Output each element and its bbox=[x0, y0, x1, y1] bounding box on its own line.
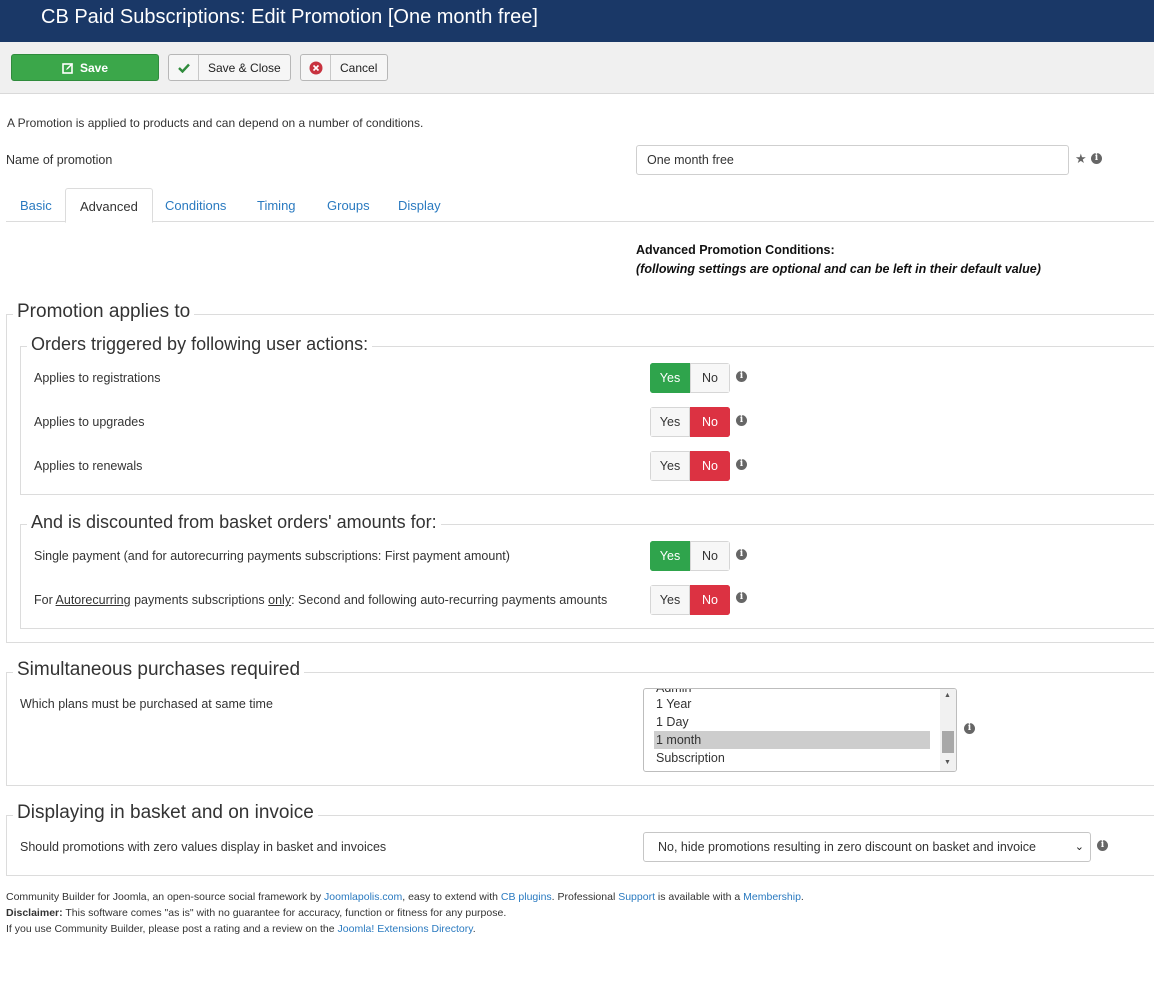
upgrades-label: Applies to upgrades bbox=[34, 415, 145, 429]
info-icon[interactable]: i bbox=[1091, 153, 1102, 164]
info-icon[interactable]: i bbox=[964, 723, 975, 734]
tab-display[interactable]: Display bbox=[384, 188, 455, 222]
save-button[interactable]: Save bbox=[11, 54, 159, 81]
tab-advanced[interactable]: Advanced bbox=[65, 188, 153, 223]
tab-bar: Basic Advanced Conditions Timing Groups … bbox=[6, 188, 1154, 223]
footer-line-2: Disclaimer: This software comes "as is" … bbox=[6, 907, 507, 919]
save-close-label: Save & Close bbox=[208, 60, 281, 75]
toolbar: Save Save & Close Cancel bbox=[0, 42, 1154, 94]
zero-values-label: Should promotions with zero values displ… bbox=[20, 840, 387, 854]
tab-timing[interactable]: Timing bbox=[243, 188, 310, 222]
tab-basic[interactable]: Basic bbox=[6, 188, 66, 222]
simultaneous-label: Which plans must be purchased at same ti… bbox=[20, 697, 273, 711]
orders-triggered-fieldset: Orders triggered by following user actio… bbox=[20, 334, 1154, 495]
simultaneous-fieldset: Simultaneous purchases required bbox=[6, 659, 1154, 786]
toggle-no[interactable]: No bbox=[690, 407, 730, 437]
list-item-selected[interactable]: 1 month bbox=[654, 731, 930, 749]
single-payment-label: Single payment (and for autorecurring pa… bbox=[34, 549, 510, 563]
registrations-toggle[interactable]: Yes No bbox=[650, 363, 730, 393]
discounted-legend: And is discounted from basket orders' am… bbox=[27, 512, 441, 533]
recurring-payment-label: For Autorecurring payments subscriptions… bbox=[34, 593, 608, 607]
cancel-icon bbox=[301, 55, 331, 80]
info-icon[interactable]: i bbox=[736, 371, 747, 382]
page-title: CB Paid Subscriptions: Edit Promotion [O… bbox=[41, 6, 538, 28]
simultaneous-legend: Simultaneous purchases required bbox=[13, 659, 305, 681]
advanced-heading: Advanced Promotion Conditions: bbox=[636, 243, 835, 257]
info-icon[interactable]: i bbox=[736, 592, 747, 603]
renewals-label: Applies to renewals bbox=[34, 459, 143, 473]
required-star-icon: ★ bbox=[1075, 151, 1087, 166]
toggle-no[interactable]: No bbox=[690, 585, 730, 615]
cancel-label: Cancel bbox=[340, 60, 378, 75]
toggle-yes[interactable]: Yes bbox=[650, 585, 690, 615]
footer-line-3: If you use Community Builder, please pos… bbox=[6, 923, 476, 935]
promotion-name-input[interactable] bbox=[636, 145, 1069, 175]
checkmark-icon bbox=[169, 55, 199, 80]
scroll-up-icon[interactable]: ▲ bbox=[944, 692, 951, 699]
intro-text: A Promotion is applied to products and c… bbox=[7, 116, 424, 130]
list-item[interactable]: 1 Day bbox=[654, 713, 930, 731]
toggle-no[interactable]: No bbox=[690, 363, 730, 393]
scroll-down-icon[interactable]: ▼ bbox=[944, 759, 951, 766]
toggle-yes[interactable]: Yes bbox=[650, 451, 690, 481]
edit-icon bbox=[62, 55, 74, 80]
tab-groups[interactable]: Groups bbox=[313, 188, 384, 222]
info-icon[interactable]: i bbox=[736, 549, 747, 560]
joomlapolis-link[interactable]: Joomlapolis.com bbox=[324, 891, 402, 903]
advanced-subheading: (following settings are optional and can… bbox=[636, 262, 1041, 276]
single-payment-toggle[interactable]: Yes No bbox=[650, 541, 730, 571]
name-label: Name of promotion bbox=[6, 153, 113, 167]
title-bar: CB Paid Subscriptions: Edit Promotion [O… bbox=[0, 0, 1154, 42]
info-icon[interactable]: i bbox=[736, 459, 747, 470]
footer-line-1: Community Builder for Joomla, an open-so… bbox=[6, 891, 804, 903]
toggle-yes[interactable]: Yes bbox=[650, 407, 690, 437]
info-icon[interactable]: i bbox=[736, 415, 747, 426]
registrations-label: Applies to registrations bbox=[34, 371, 161, 385]
tab-conditions[interactable]: Conditions bbox=[151, 188, 240, 222]
plans-listbox[interactable]: Admin 1 Year 1 Day 1 month Subscription … bbox=[643, 688, 957, 772]
toggle-no[interactable]: No bbox=[690, 541, 730, 571]
jed-link[interactable]: Joomla! Extensions Directory bbox=[338, 923, 473, 935]
toggle-yes[interactable]: Yes bbox=[650, 541, 690, 571]
renewals-toggle[interactable]: Yes No bbox=[650, 451, 730, 481]
listbox-scrollbar[interactable]: ▲ ▼ bbox=[940, 689, 956, 771]
cancel-button[interactable]: Cancel bbox=[300, 54, 388, 81]
support-link[interactable]: Support bbox=[618, 891, 655, 903]
toggle-yes[interactable]: Yes bbox=[650, 363, 690, 393]
list-item[interactable]: 1 Year bbox=[654, 695, 930, 713]
upgrades-toggle[interactable]: Yes No bbox=[650, 407, 730, 437]
displaying-legend: Displaying in basket and on invoice bbox=[13, 802, 318, 824]
promotion-applies-legend: Promotion applies to bbox=[13, 301, 195, 323]
toggle-no[interactable]: No bbox=[690, 451, 730, 481]
save-close-button[interactable]: Save & Close bbox=[168, 54, 291, 81]
cb-plugins-link[interactable]: CB plugins bbox=[501, 891, 552, 903]
membership-link[interactable]: Membership bbox=[743, 891, 801, 903]
save-button-label: Save bbox=[79, 60, 109, 75]
scroll-thumb[interactable] bbox=[942, 731, 954, 753]
chevron-down-icon: ⌄ bbox=[1074, 841, 1084, 853]
info-icon[interactable]: i bbox=[1097, 840, 1108, 851]
select-value: No, hide promotions resulting in zero di… bbox=[658, 840, 1036, 854]
zero-values-select[interactable]: No, hide promotions resulting in zero di… bbox=[643, 832, 1091, 862]
discounted-fieldset: And is discounted from basket orders' am… bbox=[20, 512, 1154, 629]
orders-triggered-legend: Orders triggered by following user actio… bbox=[27, 334, 373, 355]
recurring-payment-toggle[interactable]: Yes No bbox=[650, 585, 730, 615]
list-item[interactable]: Subscription bbox=[654, 749, 930, 767]
